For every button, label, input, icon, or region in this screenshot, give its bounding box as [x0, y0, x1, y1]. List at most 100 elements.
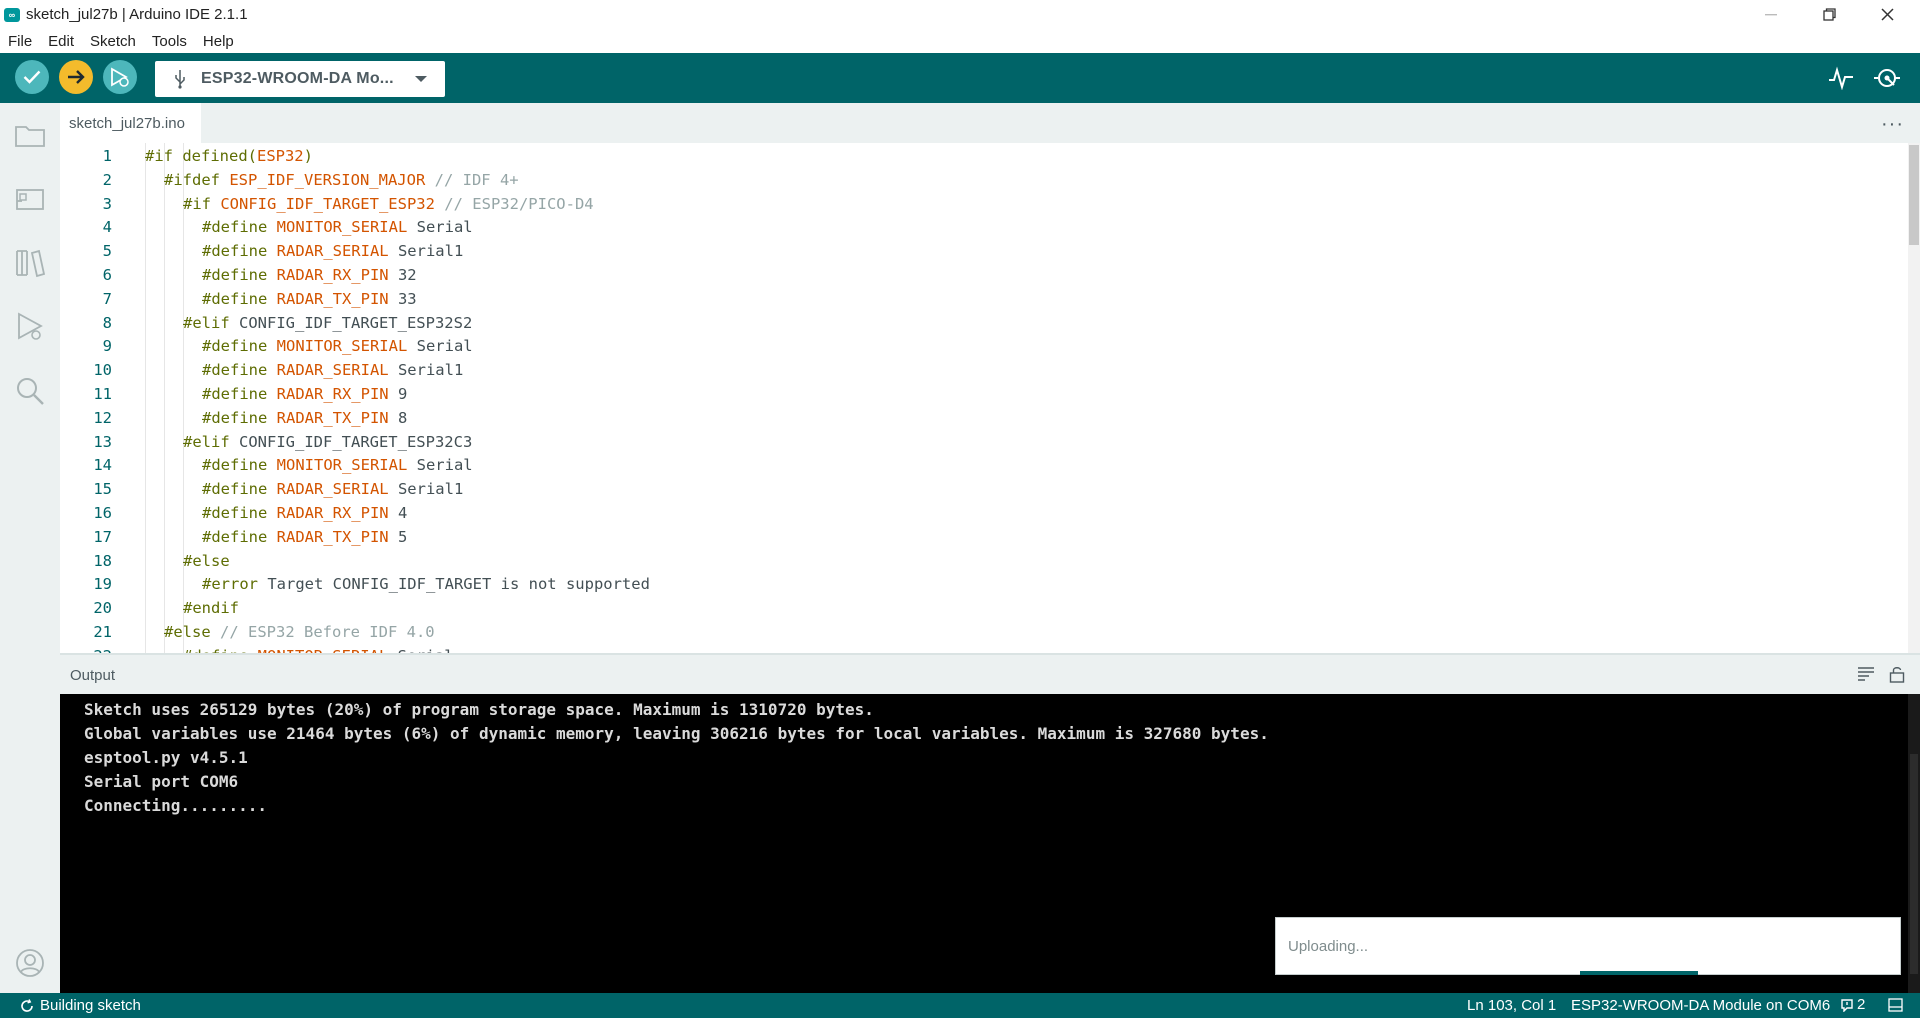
output-line: Sketch uses 265129 bytes (20%) of progra…: [84, 700, 874, 719]
checkmark-icon: [23, 70, 41, 84]
code-token: 5: [388, 527, 408, 546]
code-text: #define RADAR_SERIAL Serial1: [202, 361, 463, 379]
code-token: // IDF 4+: [425, 170, 519, 189]
code-token: 4: [388, 504, 408, 522]
code-line[interactable]: 16 #define RADAR_RX_PIN 4: [60, 504, 1900, 528]
code-text: #ifdef ESP_IDF_VERSION_MAJOR // IDF 4+: [164, 171, 519, 189]
menu-help[interactable]: Help: [195, 33, 242, 50]
unlock-icon[interactable]: [1889, 665, 1905, 683]
more-options-icon[interactable]: ···: [1881, 113, 1904, 136]
line-number: 21: [93, 623, 112, 641]
code-line[interactable]: 7 #define RADAR_TX_PIN 33: [60, 290, 1900, 314]
code-token: #endif: [183, 599, 239, 618]
code-text: #define MONITOR_SERIAL Serial: [202, 337, 473, 355]
code-token: 8: [388, 408, 408, 427]
code-token: #else: [164, 623, 211, 641]
code-token: #error: [202, 575, 268, 594]
code-line[interactable]: 3 #if CONFIG_IDF_TARGET_ESP32 // ESP32/PI…: [60, 195, 1900, 219]
line-number: 10: [93, 361, 112, 380]
line-number: 18: [93, 551, 112, 570]
notifications-button[interactable]: 2: [1840, 996, 1865, 1013]
search-icon[interactable]: [14, 375, 46, 407]
debug-button[interactable]: [103, 60, 137, 94]
tab-sketch-file[interactable]: sketch_jul27b.ino: [60, 103, 201, 143]
code-token: MONITOR_SERIAL: [276, 218, 408, 237]
code-line[interactable]: 8 #elif CONFIG_IDF_TARGET_ESP32S2: [60, 314, 1900, 338]
code-line[interactable]: 9 #define MONITOR_SERIAL Serial: [60, 337, 1900, 361]
code-editor[interactable]: 1 #if defined(ESP32) 2 #ifdef ESP_IDF_VERSI…: [60, 143, 1920, 653]
code-line[interactable]: 11 #define RADAR_RX_PIN 9: [60, 385, 1900, 409]
board-port-status[interactable]: ESP32-WROOM-DA Module on COM6: [1571, 997, 1830, 1014]
code-line[interactable]: 1 #if defined(ESP32): [60, 147, 1900, 171]
code-line[interactable]: 21 #else // ESP32 Before IDF 4.0: [60, 623, 1900, 647]
output-scroll-thumb[interactable]: [1910, 754, 1918, 974]
editor-scrollbar[interactable]: [1908, 143, 1920, 653]
upload-button[interactable]: [59, 60, 93, 94]
status-bar: Building sketch Ln 103, Col 1 ESP32-WROO…: [0, 993, 1920, 1018]
window-title: sketch_jul27b | Arduino IDE 2.1.1: [26, 6, 248, 23]
debug-sidebar-icon[interactable]: [14, 311, 46, 343]
sketchbook-folder-icon[interactable]: [14, 119, 46, 151]
code-token: #elif: [183, 432, 239, 451]
restore-button[interactable]: [1800, 0, 1858, 29]
line-number: 16: [93, 504, 112, 522]
output-line: Connecting.........: [84, 796, 268, 815]
code-line[interactable]: 19 #error Target CONFIG_IDF_TARGET is not…: [60, 575, 1900, 599]
chevron-down-icon: [415, 76, 427, 82]
boards-manager-icon[interactable]: [14, 183, 46, 215]
toggle-panel-icon[interactable]: [1888, 998, 1903, 1012]
menu-sketch[interactable]: Sketch: [82, 33, 144, 50]
code-token: #define: [202, 242, 277, 261]
close-button[interactable]: [1858, 0, 1916, 29]
code-token: ESP32: [256, 147, 304, 165]
library-manager-icon[interactable]: [14, 247, 46, 279]
code-token: RADAR_RX_PIN: [276, 504, 389, 522]
code-line[interactable]: 17 #define RADAR_TX_PIN 5: [60, 528, 1900, 552]
code-line[interactable]: 2 #ifdef ESP_IDF_VERSION_MAJOR // IDF 4+: [60, 171, 1900, 195]
line-number: 3: [102, 194, 112, 213]
code-token: #define: [202, 337, 277, 356]
output-scrollbar[interactable]: [1908, 694, 1920, 993]
code-token: RADAR_TX_PIN: [276, 289, 389, 308]
code-text: #define RADAR_TX_PIN 33: [202, 290, 417, 308]
menu-edit[interactable]: Edit: [40, 33, 82, 50]
code-line[interactable]: 18 #else: [60, 552, 1900, 576]
cursor-position[interactable]: Ln 103, Col 1: [1467, 997, 1556, 1014]
code-token: ): [303, 147, 313, 165]
minimize-button[interactable]: [1742, 0, 1800, 29]
code-line[interactable]: 20 #endif: [60, 599, 1900, 623]
code-line[interactable]: 6 #define RADAR_RX_PIN 32: [60, 266, 1900, 290]
activity-bar: [0, 103, 60, 993]
upload-notification: Uploading...: [1275, 917, 1901, 975]
code-text: #define RADAR_SERIAL Serial1: [202, 480, 463, 498]
code-line[interactable]: 15 #define RADAR_SERIAL Serial1: [60, 480, 1900, 504]
code-line[interactable]: 5 #define RADAR_SERIAL Serial1: [60, 242, 1900, 266]
editor-scroll-thumb[interactable]: [1909, 145, 1919, 245]
menu-tools[interactable]: Tools: [144, 33, 195, 50]
arrow-right-icon: [68, 70, 85, 84]
serial-plotter-icon[interactable]: [1828, 66, 1854, 90]
code-line[interactable]: 12 #define RADAR_TX_PIN 8: [60, 409, 1900, 433]
code-token: #define: [202, 385, 277, 403]
code-token: #elif: [183, 313, 239, 332]
line-number: 13: [93, 432, 112, 451]
line-number: 5: [102, 242, 112, 261]
code-token: RADAR_SERIAL: [276, 242, 389, 261]
code-token: #define: [202, 480, 277, 499]
code-line[interactable]: 13 #elif CONFIG_IDF_TARGET_ESP32C3: [60, 433, 1900, 457]
board-selector[interactable]: ESP32-WROOM-DA Mo...: [155, 61, 445, 97]
line-number: 2: [102, 170, 112, 189]
code-token: #define: [202, 408, 277, 427]
code-line[interactable]: 4 #define MONITOR_SERIAL Serial: [60, 218, 1900, 242]
clear-output-icon[interactable]: [1857, 667, 1875, 681]
code-line[interactable]: 14 #define MONITOR_SERIAL Serial: [60, 456, 1900, 480]
build-status[interactable]: Building sketch: [20, 997, 141, 1014]
line-number: 8: [102, 313, 112, 332]
menu-file[interactable]: File: [0, 33, 40, 50]
code-token: #define: [202, 218, 277, 237]
serial-monitor-icon[interactable]: [1873, 65, 1901, 91]
account-icon[interactable]: [14, 947, 46, 979]
code-token: CONFIG_IDF_TARGET_ESP32C3: [239, 432, 473, 451]
verify-button[interactable]: [15, 60, 49, 94]
code-line[interactable]: 10 #define RADAR_SERIAL Serial1: [60, 361, 1900, 385]
